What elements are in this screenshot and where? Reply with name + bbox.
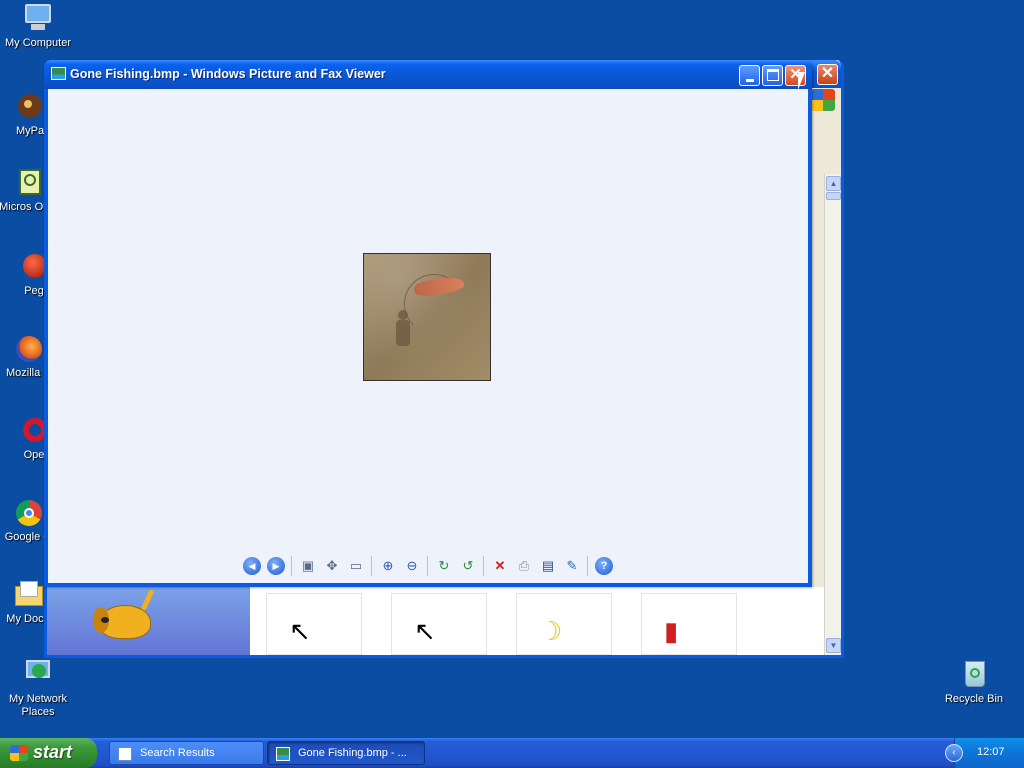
- mypaint-icon: [14, 90, 46, 122]
- search-companion-pane: [47, 587, 250, 655]
- clock[interactable]: 12:07: [977, 746, 1005, 758]
- taskbar-button-label: Gone Fishing.bmp - ...: [298, 747, 407, 759]
- result-thumbnail[interactable]: ↖: [266, 593, 362, 655]
- system-tray: ‹ 12:07: [945, 738, 1024, 768]
- cursor-file-icon: ↖: [289, 616, 311, 646]
- scroll-up-arrow[interactable]: ▲: [826, 176, 841, 191]
- vertical-scrollbar[interactable]: ▲ ▼: [824, 174, 841, 655]
- banana-cursor-icon: ☽: [539, 616, 563, 646]
- result-thumbnail[interactable]: ▮: [641, 593, 737, 655]
- search-results-pane: ↖ ↖ ☽ ▮: [47, 587, 824, 655]
- minimize-icon: [746, 79, 754, 82]
- scroll-down-arrow[interactable]: ▼: [826, 638, 841, 653]
- picture-viewer-titlebar[interactable]: Gone Fishing.bmp - Windows Picture and F…: [44, 60, 812, 89]
- delete-button[interactable]: ✕: [491, 557, 509, 575]
- gone-fishing-image: [363, 253, 491, 381]
- picture-viewer-window[interactable]: Gone Fishing.bmp - Windows Picture and F…: [44, 60, 812, 587]
- desktop-icon-recycle-bin[interactable]: Recycle Bin: [936, 658, 1012, 706]
- folder-icon: [12, 578, 44, 610]
- next-image-button[interactable]: ▶: [267, 557, 285, 575]
- start-label: start: [33, 742, 73, 762]
- slideshow-button[interactable]: ▭: [347, 557, 365, 575]
- zoom-in-button[interactable]: ⊕: [379, 557, 397, 575]
- taskbar-button-gone-fishing[interactable]: Gone Fishing.bmp - ...: [267, 741, 425, 765]
- desktop-icon-label: My Network Places: [8, 693, 68, 718]
- result-thumbnail[interactable]: ↖: [391, 593, 487, 655]
- save-button[interactable]: ▤: [539, 557, 557, 575]
- firefox-icon: [12, 332, 44, 364]
- rotate-counterclockwise-button[interactable]: ↺: [459, 557, 477, 575]
- mouse-pointer-icon: [798, 72, 805, 90]
- desktop-icon-label: My Computer: [4, 37, 72, 49]
- search-results-close-button[interactable]: ✕: [817, 64, 838, 85]
- image-display-area: ◀ ▶ ▣ ✥ ▭ ⊕ ⊖ ↻ ↺ ✕ ⎙ ▤ ✎ ?: [48, 89, 808, 583]
- cursor-file-icon: ↖: [414, 616, 436, 646]
- search-dog-icon[interactable]: [89, 587, 159, 649]
- scroll-thumb[interactable]: [826, 192, 841, 200]
- desktop-icon-my-computer[interactable]: My Computer: [0, 2, 76, 50]
- desktop-icon-label: Recycle Bin: [944, 693, 1004, 705]
- show-hidden-icons-button[interactable]: ‹: [945, 744, 963, 762]
- maximize-button[interactable]: [762, 65, 783, 86]
- minimize-button[interactable]: [739, 65, 760, 86]
- maximize-icon: [767, 69, 779, 81]
- window-title: Gone Fishing.bmp - Windows Picture and F…: [70, 67, 386, 81]
- best-fit-button[interactable]: ▣: [299, 557, 317, 575]
- start-button[interactable]: start: [0, 738, 97, 768]
- taskbar-button-label: Search Results: [140, 747, 215, 759]
- viewer-toolbar: ◀ ▶ ▣ ✥ ▭ ⊕ ⊖ ↻ ↺ ✕ ⎙ ▤ ✎ ?: [243, 555, 623, 577]
- barber-pole-cursor-icon: ▮: [664, 616, 679, 646]
- rotate-clockwise-button[interactable]: ↻: [435, 557, 453, 575]
- result-thumbnail[interactable]: ☽: [516, 593, 612, 655]
- picture-viewer-icon: [276, 747, 290, 761]
- desktop-icon-network-places[interactable]: My Network Places: [0, 658, 76, 719]
- taskbar: start Search Results Gone Fishing.bmp - …: [0, 738, 1024, 768]
- taskbar-button-search-results[interactable]: Search Results: [109, 741, 264, 765]
- help-button[interactable]: ?: [595, 557, 613, 575]
- actual-size-button[interactable]: ✥: [323, 557, 341, 575]
- outlook-icon: [14, 166, 46, 198]
- search-results-icon: [118, 747, 132, 761]
- network-icon: [22, 658, 54, 690]
- print-button[interactable]: ⎙: [515, 557, 533, 575]
- my-computer-icon: [22, 2, 54, 34]
- recycle-bin-icon: [958, 658, 990, 690]
- edit-button[interactable]: ✎: [563, 557, 581, 575]
- windows-flag-icon: [10, 745, 28, 761]
- picture-viewer-app-icon[interactable]: [51, 67, 66, 80]
- zoom-out-button[interactable]: ⊖: [403, 557, 421, 575]
- windows-logo-icon: [811, 89, 835, 111]
- chrome-icon: [12, 496, 44, 528]
- previous-image-button[interactable]: ◀: [243, 557, 261, 575]
